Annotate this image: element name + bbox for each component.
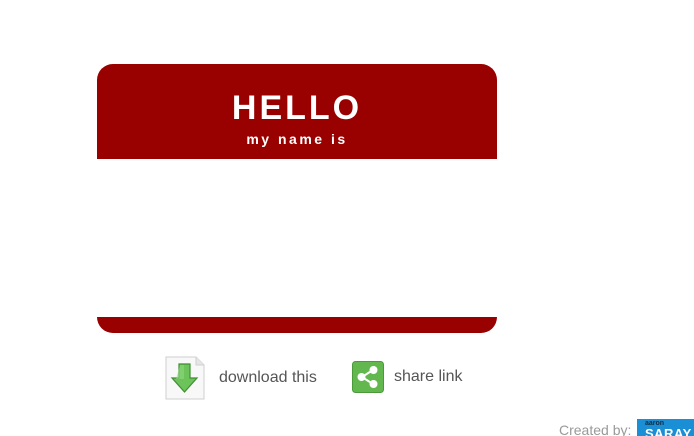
created-by-label: Created by: xyxy=(559,422,632,436)
share-link-button[interactable]: share link xyxy=(352,361,462,393)
share-label: share link xyxy=(394,368,463,385)
badge-header: HELLO my name is xyxy=(97,64,497,159)
download-button[interactable]: download this xyxy=(165,356,317,400)
badge-subtitle: my name is xyxy=(246,131,348,147)
download-document-icon xyxy=(165,356,205,400)
page: HELLO my name is download this share lin… xyxy=(0,0,694,436)
badge-greeting: HELLO xyxy=(231,89,363,127)
name-field[interactable] xyxy=(97,159,497,317)
name-tag-badge: HELLO my name is xyxy=(97,64,497,333)
share-icon xyxy=(352,361,384,393)
download-label: download this xyxy=(219,369,317,386)
creator-logo[interactable]: aaron SARAY xyxy=(637,419,694,436)
logo-main-text: SARAY xyxy=(645,426,692,436)
